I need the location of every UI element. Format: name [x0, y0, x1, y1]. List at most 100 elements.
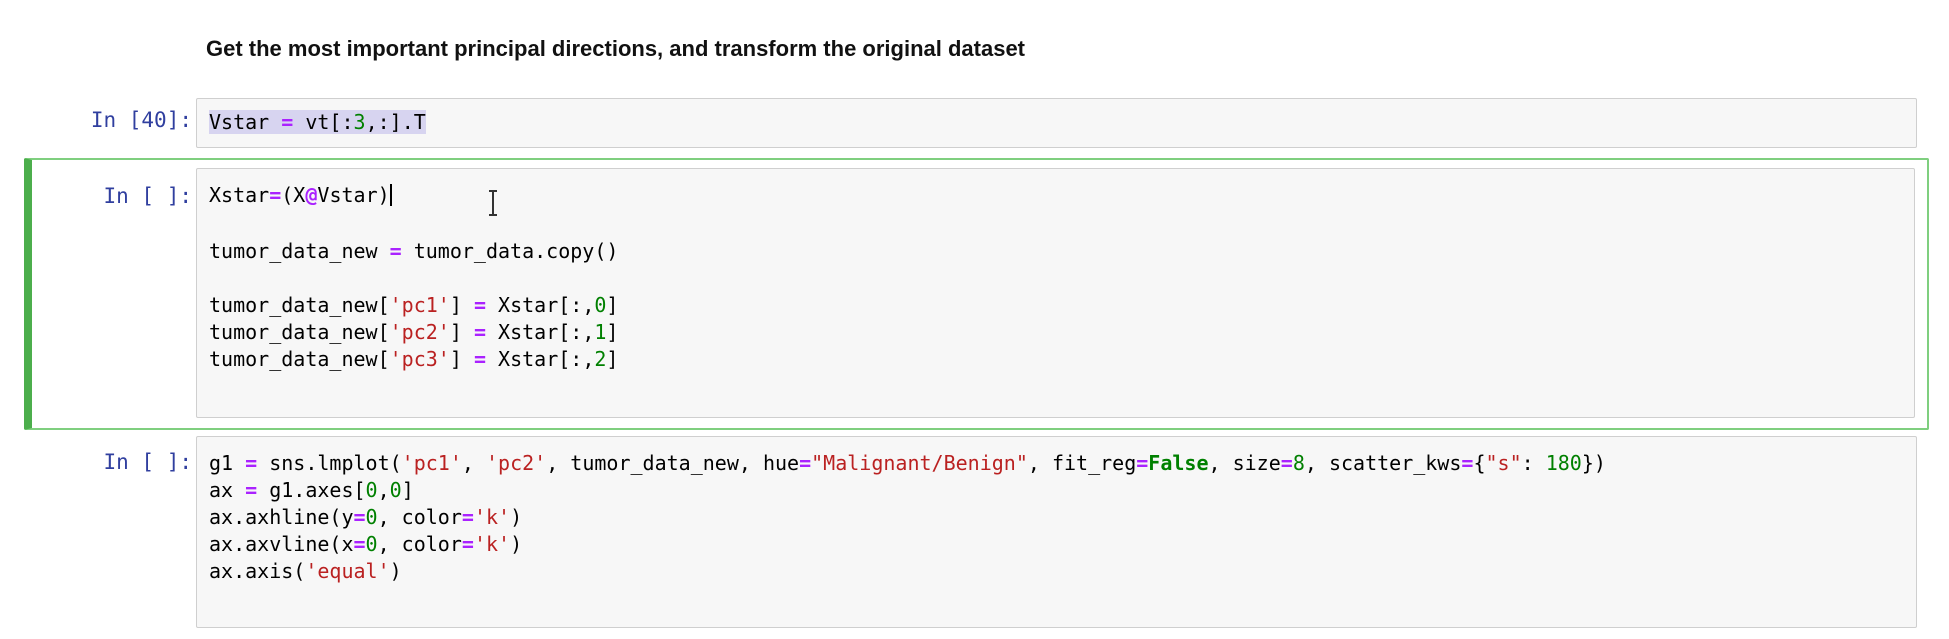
code-line[interactable]: ax.axis('equal'): [209, 559, 402, 583]
code-token: =: [281, 110, 294, 134]
code-token: =: [353, 505, 366, 529]
code-token: (X: [281, 183, 306, 207]
code-token: =: [269, 183, 282, 207]
code-cell-2-selected[interactable]: In [ ]: Xstar=(X@Vstar) tumor_data_new =…: [24, 158, 1929, 430]
code-token: 'pc2': [389, 320, 450, 344]
code-token: g1: [209, 451, 246, 475]
code-token: =: [799, 451, 812, 475]
code-token: ): [510, 505, 523, 529]
code-token: , color: [377, 532, 462, 556]
code-token: , size: [1208, 451, 1281, 475]
code-token: 0: [365, 532, 378, 556]
code-line[interactable]: ax.axhline(y=0, color='k'): [209, 505, 522, 529]
code-token: Xstar[:,: [485, 320, 595, 344]
code-token: 0: [365, 505, 378, 529]
code-editor[interactable]: Vstar = vt[:3,:].T: [196, 98, 1917, 148]
text-caret: [389, 184, 392, 206]
code-token: 2: [594, 347, 607, 371]
code-token: =: [461, 505, 474, 529]
code-line[interactable]: tumor_data_new['pc2'] = Xstar[:,1]: [209, 320, 618, 344]
code-token: "s": [1485, 451, 1522, 475]
code-token: g1.axes[: [257, 478, 366, 502]
code-token: ax.axvline(x: [209, 532, 354, 556]
code-token: 3: [353, 110, 366, 134]
code-token: tumor_data_new[: [209, 347, 390, 371]
code-editor[interactable]: g1 = sns.lmplot('pc1', 'pc2', tumor_data…: [196, 436, 1917, 628]
code-token: 'pc2': [485, 451, 547, 475]
code-token: ]: [449, 347, 474, 371]
code-token: Xstar[:,: [485, 347, 595, 371]
code-line[interactable]: Xstar=(X@Vstar): [209, 183, 392, 207]
code-token: 8: [1292, 451, 1305, 475]
code-token: ]: [449, 320, 474, 344]
code-token: tumor_data_new: [209, 239, 390, 263]
code-token: =: [461, 532, 474, 556]
code-token: ): [389, 559, 402, 583]
code-token: tumor_data_new[: [209, 293, 390, 317]
code-line[interactable]: g1 = sns.lmplot('pc1', 'pc2', tumor_data…: [209, 451, 1606, 475]
code-token: ax.axis(: [209, 559, 306, 583]
code-token: =: [245, 451, 258, 475]
code-token: =: [1280, 451, 1293, 475]
code-token: =: [245, 478, 258, 502]
code-token: 180: [1545, 451, 1582, 475]
code-token: tumor_data.copy(): [401, 239, 619, 263]
text-cursor-icon: [489, 190, 497, 216]
code-token: 'pc1': [389, 293, 450, 317]
code-token: =: [473, 347, 486, 371]
code-token: 'k': [473, 505, 511, 529]
cell-prompt: In [40]:: [90, 108, 192, 132]
code-token: 0: [389, 478, 402, 502]
code-token: :: [1521, 451, 1546, 475]
code-token: Vstar: [209, 110, 270, 134]
code-token: Xstar[:,: [485, 293, 595, 317]
code-cell-3[interactable]: In [ ]: g1 = sns.lmplot('pc1', 'pc2', tu…: [24, 436, 1929, 628]
code-line[interactable]: tumor_data_new = tumor_data.copy(): [209, 239, 618, 263]
code-token: 1: [594, 320, 607, 344]
code-token: {: [1473, 451, 1486, 475]
code-line[interactable]: Vstar = vt[:3,:].T: [209, 110, 426, 134]
code-editor[interactable]: Xstar=(X@Vstar) tumor_data_new = tumor_d…: [196, 168, 1915, 418]
code-token: , fit_reg: [1027, 451, 1137, 475]
code-token: ]: [401, 478, 414, 502]
code-token: ): [510, 532, 523, 556]
code-line[interactable]: ax.axvline(x=0, color='k'): [209, 532, 522, 556]
code-line[interactable]: tumor_data_new['pc1'] = Xstar[:,0]: [209, 293, 618, 317]
code-token: 'equal': [305, 559, 390, 583]
code-token: 'pc1': [401, 451, 462, 475]
code-token: False: [1148, 451, 1209, 475]
code-token: ]: [606, 320, 619, 344]
code-token: 'pc3': [389, 347, 450, 371]
cell-prompt: In [ ]:: [103, 184, 192, 208]
code-token: ]: [606, 293, 619, 317]
code-token: 0: [365, 478, 378, 502]
code-token: Xstar: [209, 183, 270, 207]
code-line[interactable]: ax = g1.axes[0,0]: [209, 478, 414, 502]
code-token: Vstar): [317, 183, 390, 207]
code-token: =: [473, 320, 486, 344]
code-token: ]: [606, 347, 619, 371]
code-token: ,: [461, 451, 486, 475]
code-token: ,: [377, 478, 390, 502]
code-line[interactable]: tumor_data_new['pc3'] = Xstar[:,2]: [209, 347, 618, 371]
cell-prompt: In [ ]:: [103, 450, 192, 474]
code-token: [269, 110, 282, 134]
code-token: ,:].T: [365, 110, 426, 134]
code-token: ax.axhline(y: [209, 505, 354, 529]
code-token: =: [353, 532, 366, 556]
code-token: , tumor_data_new, hue: [546, 451, 800, 475]
code-token: =: [1136, 451, 1149, 475]
code-token: ]: [449, 293, 474, 317]
code-token: }): [1581, 451, 1606, 475]
code-token: , color: [377, 505, 462, 529]
code-token: , scatter_kws: [1304, 451, 1462, 475]
code-token: "Malignant/Benign": [811, 451, 1028, 475]
code-token: =: [389, 239, 402, 263]
code-token: sns.lmplot(: [257, 451, 402, 475]
code-token: ax: [209, 478, 246, 502]
code-token: =: [1461, 451, 1474, 475]
markdown-heading: Get the most important principal directi…: [206, 36, 1026, 61]
code-token: =: [473, 293, 486, 317]
code-token: 0: [594, 293, 607, 317]
code-cell-1[interactable]: In [40]: Vstar = vt[:3,:].T: [24, 98, 1929, 150]
